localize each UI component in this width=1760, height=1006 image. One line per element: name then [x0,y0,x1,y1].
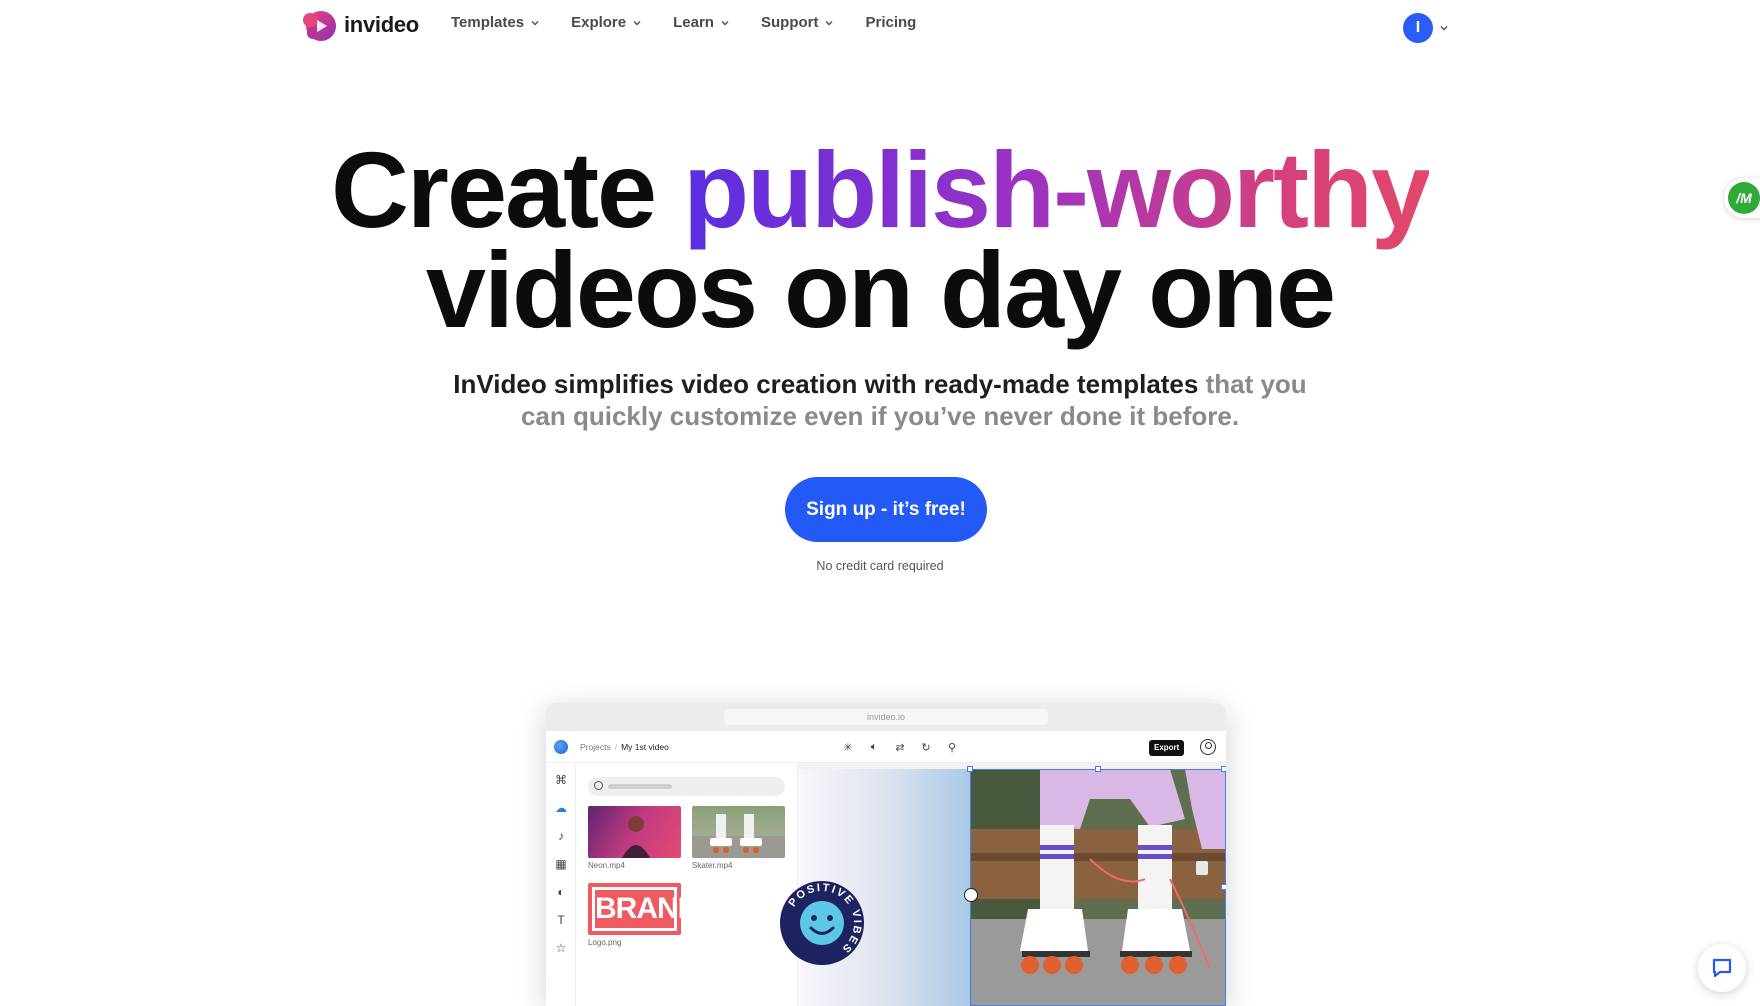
chevron-down-icon [633,20,641,26]
editor-tools: ✳ 🔈︎ ⇄ ↻ ⚲ [840,740,960,754]
neon-thumbnail [588,806,681,858]
export-button[interactable]: Export [1149,740,1185,756]
rotate-handle[interactable] [964,888,978,902]
nav-learn[interactable]: Learn [673,14,730,31]
hero-subheading: InVideo simplifies video creation with r… [430,368,1330,432]
rotate-icon[interactable]: ↻ [918,740,934,754]
no-credit-card-note: No credit card required [816,559,944,573]
nav-support[interactable]: Support [761,14,835,31]
chevron-down-icon [721,20,729,26]
headline-line2: videos on day one [425,229,1336,350]
editor-canvas[interactable]: POSITIVE VIBES [780,763,1226,1006]
nav-pricing[interactable]: Pricing [865,14,916,31]
avatar: I [1403,13,1433,43]
invideo-logo-icon [303,11,336,41]
browser-url: invideo.io [724,709,1048,725]
text-icon[interactable]: T [554,913,568,927]
smiley-sticker-graphic: POSITIVE VIBES [781,882,863,964]
editor-logo-icon [554,740,568,754]
nav-support-label: Support [760,14,819,31]
media-thumb-neon[interactable] [588,806,681,858]
swap-icon[interactable]: ⇄ [892,740,908,754]
stickers-icon[interactable]: ◐ [554,885,568,899]
nav-explore-label: Explore [571,14,627,31]
magic-icon[interactable]: ✳ [840,740,856,754]
upload-cloud-icon[interactable]: ☁ [554,801,568,815]
templates-icon[interactable]: ⌘ [554,773,568,787]
main-menu: Templates Explore Learn Support Pricing [451,14,916,31]
music-icon[interactable]: ♪ [554,829,568,843]
chevron-down-icon [825,20,834,26]
user-icon[interactable] [1200,739,1216,755]
nav-templates[interactable]: Templates [451,14,540,31]
media-thumb-logo[interactable]: BRAND [588,883,681,935]
brand-logo-text: BRAND [592,887,681,931]
skater-photo-image [970,769,1226,1006]
editor-toolbar: Projects / My 1st video ✳ 🔈︎ ⇄ ↻ ⚲ Export [546,731,1226,763]
media-thumb-skater[interactable] [692,806,785,858]
positive-vibes-sticker[interactable]: POSITIVE VIBES [780,881,864,965]
nav-pricing-label: Pricing [865,14,917,31]
favorites-icon[interactable]: ☆ [554,941,568,955]
search-icon [594,781,603,790]
breadcrumb-projects[interactable]: Projects [580,742,611,752]
volume-icon[interactable]: 🔈︎ [866,740,882,754]
media-name-logo: Logo.png [588,938,622,947]
editor-preview: invideo.io Projects / My 1st video ✳ 🔈︎ ⇄ … [546,703,1226,1006]
breadcrumb-current: My 1st video [621,742,669,752]
editor-sidebar: ⌘ ☁ ♪ ▦ ◐ T ☆ [546,763,576,1006]
brand-name: invideo [344,12,419,37]
media-panel: Neon.mp4 Skater.mp4 BRAND Logo.png [576,763,798,1006]
nav-templates-label: Templates [451,14,525,31]
search-placeholder-bar [608,784,672,789]
account-menu[interactable]: I [1403,13,1449,43]
subhead-dark: InVideo simplifies video creation with r… [453,369,1199,399]
nav-explore[interactable]: Explore [571,14,642,31]
media-name-skater: Skater.mp4 [692,861,733,870]
top-nav: invideo Templates Explore Learn Support … [0,0,1760,50]
skater-thumbnail [692,814,785,858]
signup-button[interactable]: Sign up - it’s free! [785,477,987,542]
media-search-input[interactable] [588,777,785,796]
wand-icon[interactable]: ⚲ [944,740,960,754]
media-name-neon: Neon.mp4 [588,861,625,870]
breadcrumb: Projects / My 1st video [580,742,669,752]
chat-bubble-icon [1712,958,1732,978]
chevron-down-icon [1440,25,1448,31]
brand-logo[interactable]: invideo [300,6,419,44]
hero-headline: Create publish-worthy videos on day one [0,136,1760,344]
nav-learn-label: Learn [673,14,714,31]
browser-bar: invideo.io [546,703,1226,731]
image-icon[interactable]: ▦ [554,857,568,871]
chevron-down-icon [531,20,539,26]
skater-photo[interactable] [970,769,1226,1006]
chat-support-button[interactable] [1698,944,1746,992]
